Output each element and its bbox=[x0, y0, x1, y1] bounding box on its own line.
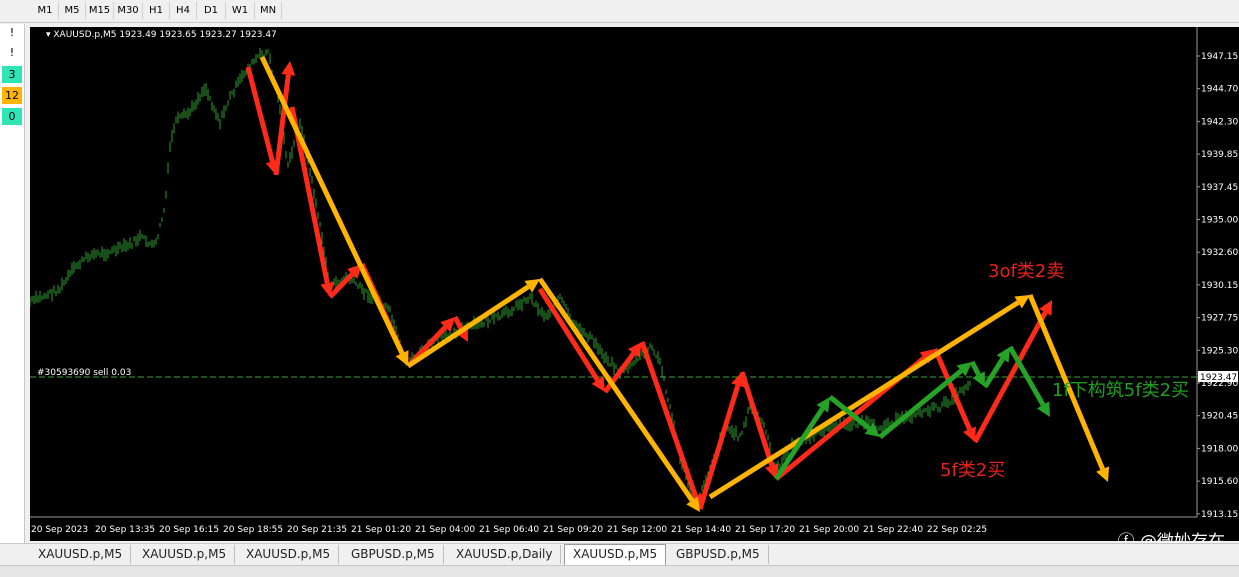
time-tick-label: 21 Sep 06:40 bbox=[479, 525, 539, 535]
trend-arrow bbox=[1007, 345, 1046, 407]
annotation-buy-green: 1f下构筑5f类2买 bbox=[1052, 380, 1189, 401]
price-tick-label: 1944.70 bbox=[1201, 85, 1238, 95]
time-tick-label: 21 Sep 04:00 bbox=[415, 525, 475, 535]
trend-arrow bbox=[537, 277, 695, 502]
chart-tab-active[interactable]: XAUUSD.p,M5 bbox=[564, 544, 667, 566]
counter-orange: 12 bbox=[2, 87, 22, 104]
trend-arrow bbox=[602, 351, 636, 394]
timeframe-toolbar: M1 M5 M15 M30 H1 H4 D1 W1 MN bbox=[0, 0, 1239, 23]
chart-tab[interactable]: XAUUSD.p,M5 bbox=[30, 545, 132, 564]
annotation-buy-red: 5f类2买 bbox=[940, 460, 1005, 481]
time-tick-label: 21 Sep 12:00 bbox=[607, 525, 667, 535]
alert-mark: ! bbox=[9, 26, 15, 39]
annotation-sell: 3of类2卖 bbox=[988, 261, 1064, 282]
timeframe-m30[interactable]: M30 bbox=[114, 2, 143, 19]
timeframe-m5[interactable]: M5 bbox=[59, 2, 86, 19]
alert-mark: ! bbox=[9, 46, 15, 59]
chart-tabs: XAUUSD.p,M5 XAUUSD.p,M5 XAUUSD.p,M5 GBPU… bbox=[0, 543, 1239, 566]
bottom-status-strip bbox=[0, 565, 1239, 577]
chart-tab[interactable]: XAUUSD.p,M5 bbox=[238, 545, 340, 564]
price-tick-label: 1937.45 bbox=[1201, 183, 1238, 193]
chart-tab[interactable]: XAUUSD.p,M5 bbox=[134, 545, 236, 564]
price-tick-label: 1925.30 bbox=[1201, 346, 1238, 356]
price-tick-label: 1935.00 bbox=[1201, 216, 1238, 226]
time-tick-label: 21 Sep 01:20 bbox=[351, 525, 411, 535]
trend-arrow bbox=[639, 341, 698, 497]
time-tick-label: 21 Sep 14:40 bbox=[671, 525, 731, 535]
price-labels: 1947.15 1944.70 1942.30 1939.85 1937.45 1935.… bbox=[1197, 52, 1238, 520]
arrows-layer bbox=[245, 55, 1110, 512]
chart-tab[interactable]: XAUUSD.p,Daily bbox=[448, 545, 562, 564]
current-price: 1923.47 bbox=[1200, 373, 1237, 383]
order-label: #30593690 sell 0.03 bbox=[37, 368, 131, 378]
price-tick-label: 1915.60 bbox=[1201, 477, 1238, 487]
price-tick-label: 1918.00 bbox=[1201, 444, 1238, 454]
trend-arrow bbox=[969, 360, 981, 376]
trend-arrow bbox=[259, 55, 405, 355]
trend-arrow bbox=[537, 287, 600, 382]
timeframe-m1[interactable]: M1 bbox=[32, 2, 59, 19]
price-tick-label: 1913.15 bbox=[1201, 510, 1238, 520]
price-tick-label: 1939.85 bbox=[1201, 150, 1238, 160]
time-tick-label: 20 Sep 21:35 bbox=[287, 525, 347, 535]
trend-arrow bbox=[245, 66, 275, 163]
timeframe-h4[interactable]: H4 bbox=[170, 2, 197, 19]
timeframe-h1[interactable]: H1 bbox=[143, 2, 170, 19]
price-tick-label: 1927.75 bbox=[1201, 314, 1238, 324]
price-chart[interactable]: ▾ XAUUSD.p,M5 1923.49 1923.65 1923.27 19… bbox=[30, 27, 1239, 541]
side-panel: ! ! 3 12 0 bbox=[0, 24, 25, 544]
price-tick-label: 1932.60 bbox=[1201, 248, 1238, 258]
arrow-head bbox=[281, 61, 296, 76]
timeframe-d1[interactable]: D1 bbox=[197, 2, 226, 19]
time-tick-label: 21 Sep 17:20 bbox=[735, 525, 795, 535]
time-tick-label: 20 Sep 16:15 bbox=[159, 525, 219, 535]
counter-green: 3 bbox=[2, 66, 22, 83]
time-tick-label: 21 Sep 22:40 bbox=[863, 525, 923, 535]
price-tick-label: 1942.30 bbox=[1201, 117, 1238, 127]
price-tick-label: 1920.45 bbox=[1201, 412, 1238, 422]
time-tick-label: 21 Sep 20:00 bbox=[799, 525, 859, 535]
time-tick-label: 20 Sep 13:35 bbox=[95, 525, 155, 535]
trend-arrow bbox=[982, 357, 1005, 389]
time-tick-label: 21 Sep 09:20 bbox=[543, 525, 603, 535]
time-tick-label: 20 Sep 2023 bbox=[31, 525, 88, 535]
chart-tab[interactable]: GBPUSD.p,M5 bbox=[668, 545, 769, 564]
time-tick-label: 22 Sep 02:25 bbox=[927, 525, 987, 535]
trend-arrow bbox=[328, 272, 355, 299]
trend-arrow bbox=[452, 315, 464, 331]
counter-zero: 0 bbox=[2, 108, 22, 125]
price-tick-label: 1930.15 bbox=[1201, 281, 1238, 291]
timeframe-m15[interactable]: M15 bbox=[86, 2, 114, 19]
price-tick-label: 1947.15 bbox=[1201, 52, 1238, 62]
time-tick-label: 20 Sep 18:55 bbox=[223, 525, 283, 535]
chart-canvas: #30593690 sell 0.03 1947.15 1944.70 1942.3… bbox=[30, 27, 1238, 535]
timeframe-mn[interactable]: MN bbox=[255, 2, 282, 19]
time-labels: 20 Sep 2023 20 Sep 13:35 20 Sep 16:15 20 Se… bbox=[31, 525, 987, 535]
timeframe-w1[interactable]: W1 bbox=[226, 2, 255, 19]
chart-tab[interactable]: GBPUSD.p,M5 bbox=[343, 545, 444, 564]
candles-layer bbox=[30, 48, 971, 509]
trend-arrow bbox=[406, 284, 530, 369]
